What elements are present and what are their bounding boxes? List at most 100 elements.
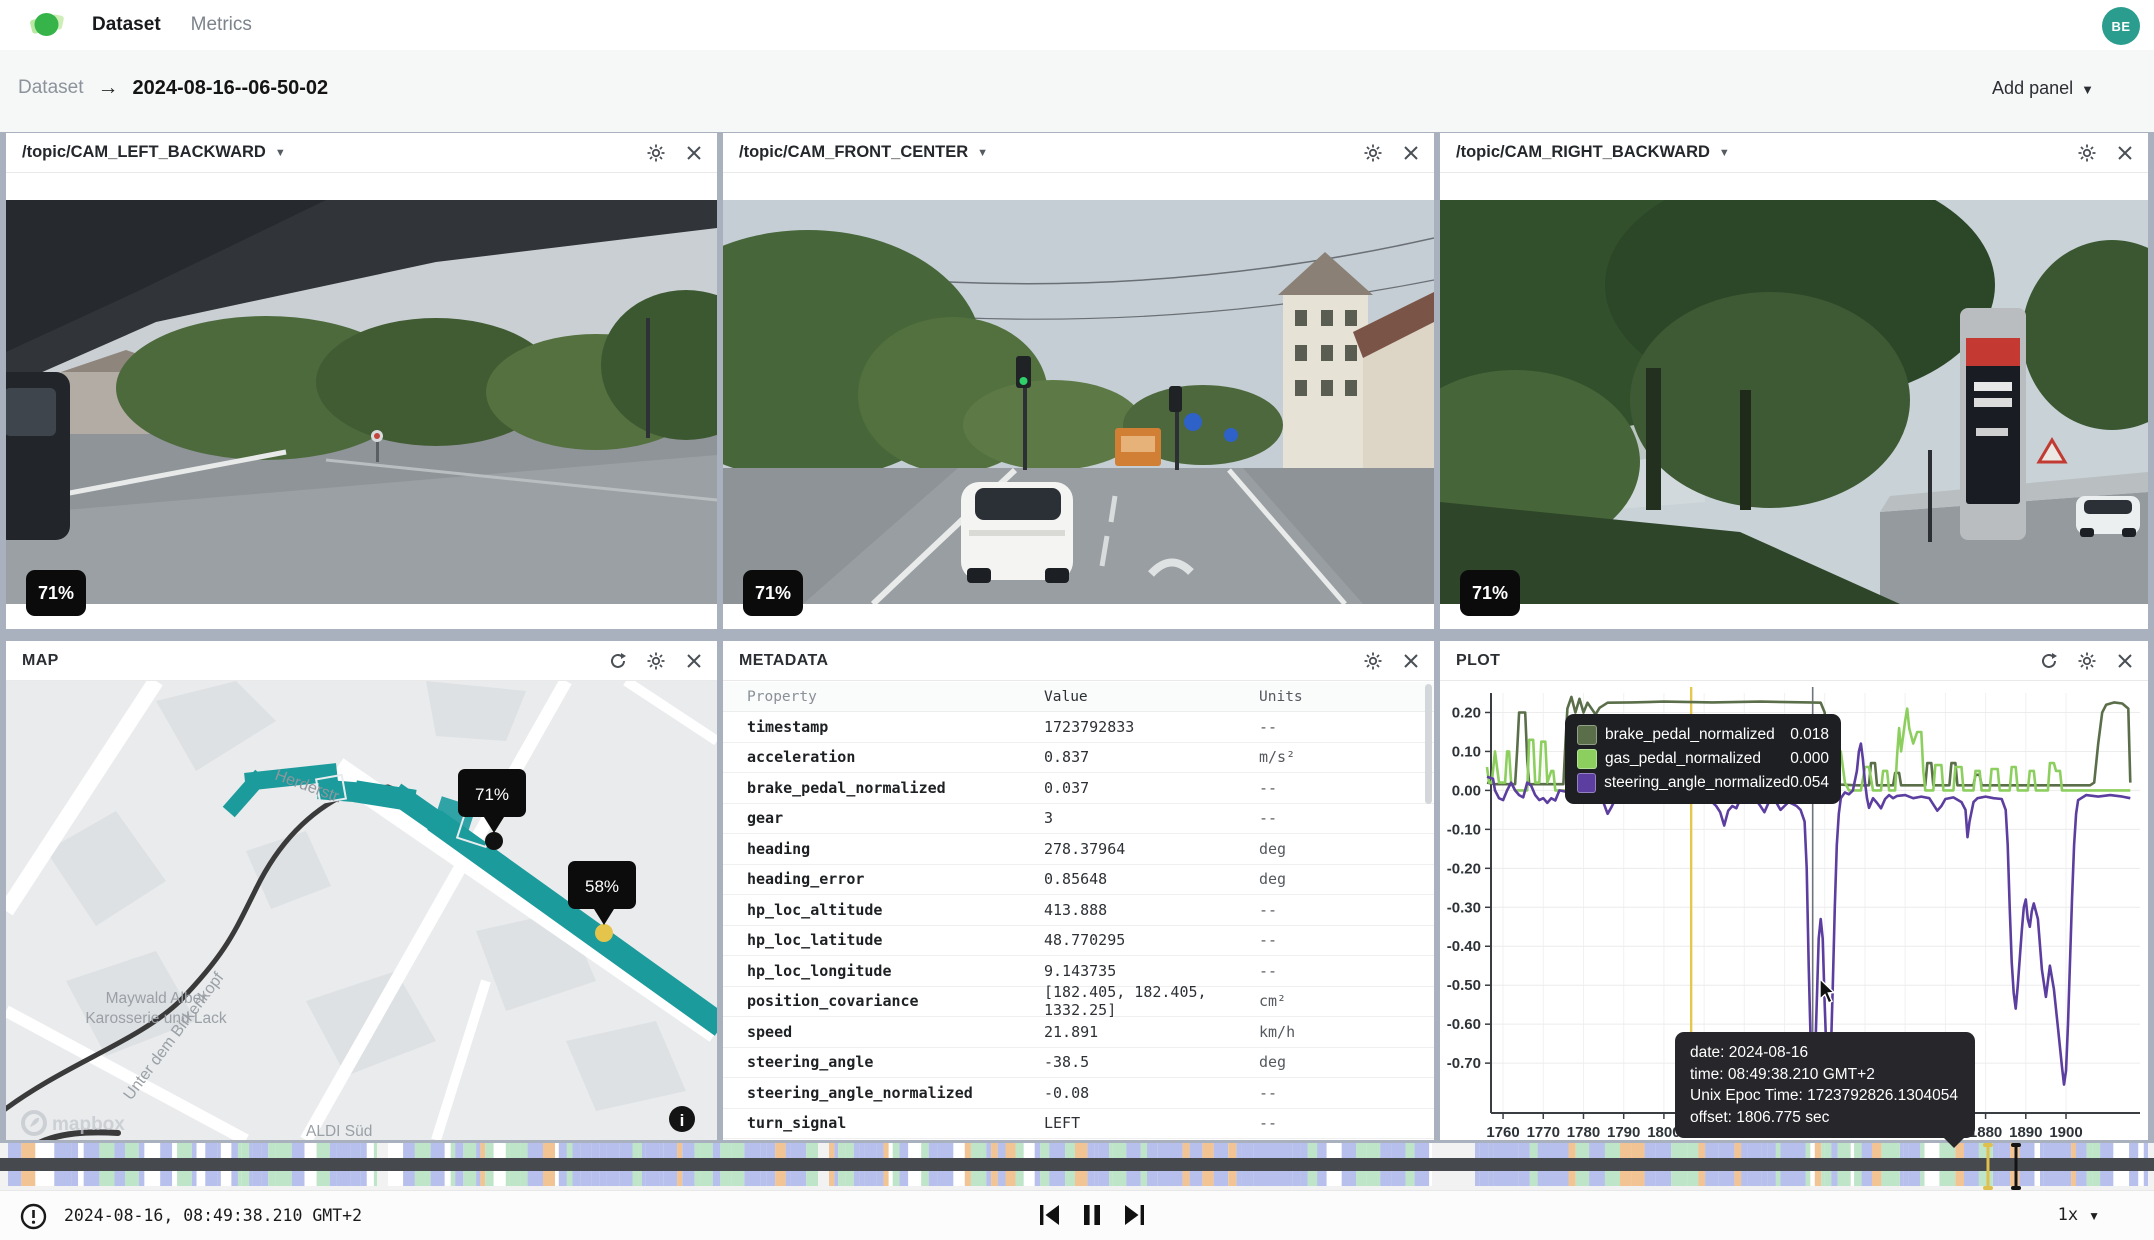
skip-to-end-button[interactable] [1121,1202,1147,1228]
metadata-property: gear [723,809,1044,827]
timeline-track[interactable] [0,1143,2154,1190]
gear-icon[interactable] [1362,650,1384,672]
metadata-units: -- [1259,779,1399,797]
metadata-property: hp_loc_longitude [723,962,1044,980]
metadata-property: position_covariance [723,992,1044,1010]
metadata-value: [182.405, 182.405, 1332.25] [1044,983,1259,1019]
table-row: hp_loc_longitude 9.143735 -- [723,956,1434,987]
gear-icon[interactable] [1362,142,1384,164]
metadata-units: -- [1259,901,1399,919]
table-row: timestamp 1723792833 -- [723,712,1434,743]
panel-cam-right-backward: /topic/CAM_RIGHT_BACKWARD ▼ [1440,133,2148,629]
map-canvas[interactable]: Herderstr. Maywald Alber Karosserie und … [6,681,717,1140]
close-icon[interactable] [683,650,705,672]
close-icon[interactable] [2114,142,2136,164]
table-row: hp_loc_altitude 413.888 -- [723,895,1434,926]
panel-title: MAP [22,652,59,670]
camera-image-front-center [723,200,1434,604]
gear-icon[interactable] [645,650,667,672]
svg-text:-0.40: -0.40 [1447,938,1481,955]
metadata-units: cm² [1259,992,1399,1010]
table-row: brake_pedal_normalized 0.037 -- [723,773,1434,804]
metadata-table-header: Property Value Units [723,682,1434,712]
refresh-icon[interactable] [607,650,629,672]
metadata-property: steering_angle_normalized [723,1084,1044,1102]
panel-title: METADATA [739,652,828,670]
playback-bar: 2024-08-16, 08:49:38.210 GMT+2 1x▼ [0,1190,2154,1240]
metadata-table-body: timestamp 1723792833 -- acceleration 0.8… [723,712,1434,1139]
gear-icon[interactable] [2076,142,2098,164]
svg-text:1890: 1890 [2009,1124,2042,1140]
map-info-icon: i [669,1106,695,1132]
table-row: position_covariance [182.405, 182.405, 1… [723,987,1434,1018]
table-row: gear 3 -- [723,804,1434,835]
chevron-down-icon: ▼ [1719,147,1730,159]
svg-text:-0.50: -0.50 [1447,977,1481,994]
metadata-units: -- [1259,809,1399,827]
playback-timestamp: 2024-08-16, 08:49:38.210 GMT+2 [64,1206,362,1225]
metadata-units: deg [1259,870,1399,888]
legend-item: steering_angle_normalized0.054 [1577,771,1829,795]
svg-text:58%: 58% [585,877,619,896]
metadata-property: heading [723,840,1044,858]
topic-selector-cam-left-backward[interactable]: /topic/CAM_LEFT_BACKWARD [22,143,266,162]
app-logo[interactable] [30,9,64,41]
add-panel-button[interactable]: Add panel▼ [1992,78,2094,99]
tab-dataset[interactable]: Dataset [92,14,161,36]
svg-text:0.00: 0.00 [1452,782,1481,799]
gear-icon[interactable] [2076,650,2098,672]
svg-text:mapbox: mapbox [52,1114,125,1135]
skip-to-start-button[interactable] [1037,1202,1063,1228]
map-place-label: ALDI Süd [306,1123,372,1140]
metadata-units: -- [1259,931,1399,949]
breadcrumb-bar: Dataset → 2024-08-16--06-50-02 Add panel… [0,50,2154,132]
svg-text:-0.70: -0.70 [1447,1055,1481,1072]
plot-legend: brake_pedal_normalized0.018 gas_pedal_no… [1565,714,1841,804]
gear-icon[interactable] [645,142,667,164]
metadata-value: -38.5 [1044,1053,1259,1071]
pause-button[interactable] [1079,1202,1105,1228]
svg-text:71%: 71% [475,785,509,804]
refresh-icon[interactable] [2038,650,2060,672]
topic-selector-cam-right-backward[interactable]: /topic/CAM_RIGHT_BACKWARD [1456,143,1710,162]
table-row: speed 21.891 km/h [723,1017,1434,1048]
close-icon[interactable] [1400,142,1422,164]
chevron-down-icon: ▼ [2081,82,2094,97]
mouse-cursor-icon [1818,979,1838,1005]
close-icon[interactable] [2114,650,2136,672]
playback-speed-selector[interactable]: 1x▼ [2058,1205,2100,1225]
metadata-property: turn_signal [723,1114,1044,1132]
scrollbar[interactable] [1425,684,1432,804]
table-row: steering_angle -38.5 deg [723,1048,1434,1079]
tab-metrics[interactable]: Metrics [191,14,252,36]
svg-text:-0.10: -0.10 [1447,821,1481,838]
metadata-value: LEFT [1044,1114,1259,1132]
panel-title: PLOT [1456,652,1500,670]
camera-image-left-backward [6,200,717,604]
svg-text:0.20: 0.20 [1452,704,1481,721]
metadata-value: 0.85648 [1044,870,1259,888]
camera-image-right-backward [1440,200,2148,604]
svg-text:Karosserie und Lack: Karosserie und Lack [85,1010,227,1027]
metadata-units: -- [1259,1114,1399,1132]
metadata-value: 278.37964 [1044,840,1259,858]
close-icon[interactable] [683,142,705,164]
alert-icon[interactable] [20,1203,47,1230]
metadata-table: Property Value Units timestamp 172379283… [723,682,1434,1140]
breadcrumb-root[interactable]: Dataset [18,77,83,99]
legend-swatch [1577,749,1597,769]
panel-map: MAP [6,641,717,1140]
table-row: heading_error 0.85648 deg [723,865,1434,896]
close-icon[interactable] [1400,650,1422,672]
chevron-down-icon: ▼ [2088,1209,2100,1223]
table-row: turn_signal LEFT -- [723,1109,1434,1140]
metadata-property: brake_pedal_normalized [723,779,1044,797]
topic-selector-cam-front-center[interactable]: /topic/CAM_FRONT_CENTER [739,143,968,162]
table-row: heading 278.37964 deg [723,834,1434,865]
svg-text:i: i [680,1111,685,1130]
breadcrumb-current: 2024-08-16--06-50-02 [132,77,328,100]
svg-text:1900: 1900 [2049,1124,2082,1140]
metadata-value: 1723792833 [1044,718,1259,736]
metadata-value: 413.888 [1044,901,1259,919]
user-avatar[interactable]: BE [2102,7,2140,45]
